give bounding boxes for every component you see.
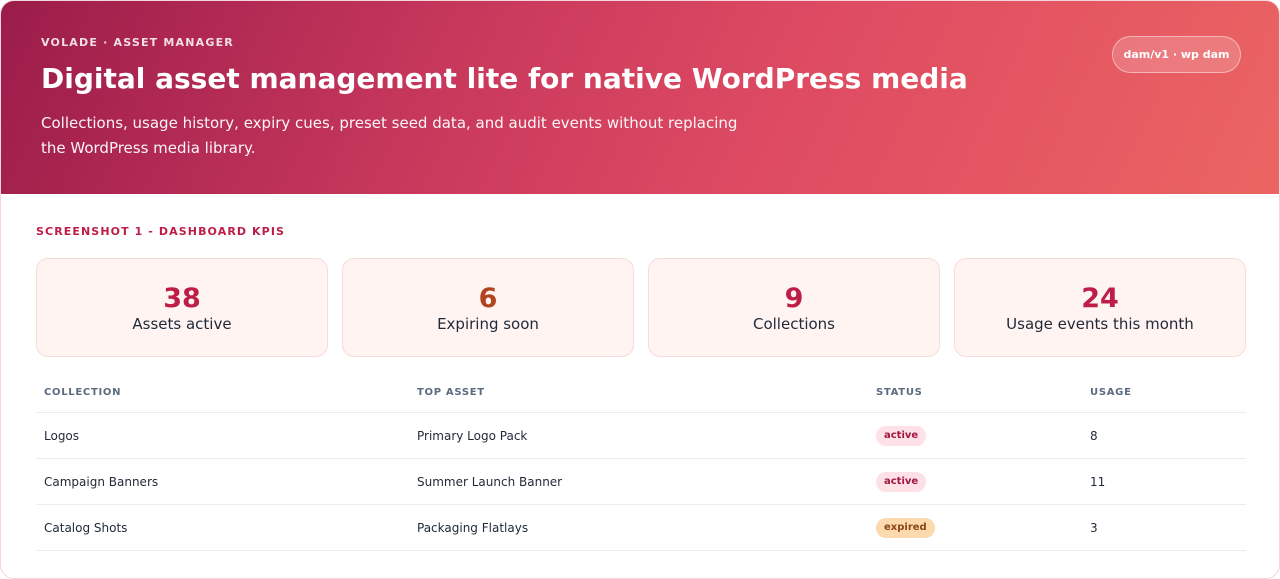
kpi-label: Expiring soon [437,314,539,333]
status-cell: active [876,413,927,458]
status-badge: expired [876,517,935,538]
usage-count: 3 [1090,520,1098,535]
table-row[interactable]: Catalog Shots Packaging Flatlays expired… [36,505,1246,551]
usage-count: 11 [1090,474,1106,489]
status-cell: expired [876,505,935,550]
kpi-card-expiring-soon: 6 Expiring soon [342,258,634,357]
section-label: SCREENSHOT 1 - DASHBOARD KPIS [36,225,286,238]
hero-banner: VOLADE · ASSET MANAGER Digital asset man… [1,1,1279,194]
column-header-top-asset: TOP ASSET [417,387,485,398]
brand-eyebrow: VOLADE · ASSET MANAGER [41,36,234,49]
column-header-usage: USAGE [1090,387,1132,398]
collections-table: COLLECTION TOP ASSET STATUS USAGE Logos … [36,373,1246,551]
top-asset-name: Packaging Flatlays [417,520,529,535]
kpi-card-assets-active: 38 Assets active [36,258,328,357]
kpi-label: Collections [752,314,835,333]
kpi-value: 38 [163,282,201,314]
top-asset-name: Summer Launch Banner [417,474,563,489]
collection-name: Logos [44,428,80,443]
column-header-status: STATUS [876,387,923,398]
column-header-collection: COLLECTION [44,387,122,398]
collection-name: Campaign Banners [44,474,159,489]
kpi-value: 24 [1081,282,1119,314]
kpi-value: 9 [784,282,804,314]
page-title: Digital asset management lite for native… [41,62,968,95]
kpi-label: Usage events this month [1006,314,1194,333]
kpi-label: Assets active [132,314,232,333]
dashboard-frame: VOLADE · ASSET MANAGER Digital asset man… [0,0,1280,579]
top-asset-name: Primary Logo Pack [417,428,528,443]
page-description: Collections, usage history, expiry cues,… [41,114,738,157]
status-badge: active [876,425,927,446]
table-header-row: COLLECTION TOP ASSET STATUS USAGE [36,373,1246,413]
kpi-card-collections: 9 Collections [648,258,940,357]
api-namespace-pill: dam/v1 · wp dam [1112,36,1241,73]
kpi-value: 6 [478,282,498,314]
kpi-card-usage-events: 24 Usage events this month [954,258,1246,357]
status-badge: active [876,471,927,492]
usage-count: 8 [1090,428,1098,443]
collection-name: Catalog Shots [44,520,128,535]
table-row[interactable]: Campaign Banners Summer Launch Banner ac… [36,459,1246,505]
status-cell: active [876,459,927,504]
table-row[interactable]: Logos Primary Logo Pack active 8 [36,413,1246,459]
